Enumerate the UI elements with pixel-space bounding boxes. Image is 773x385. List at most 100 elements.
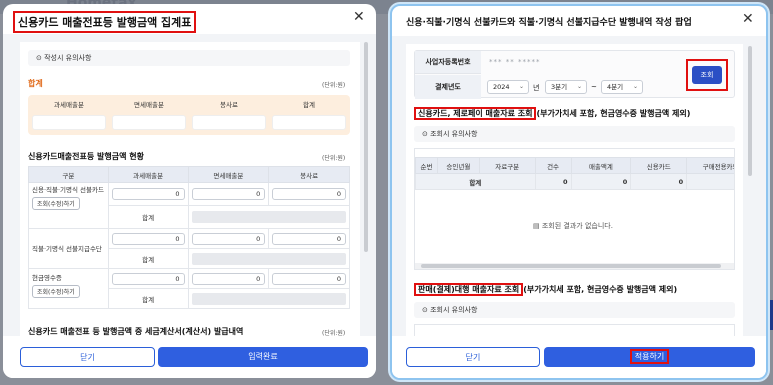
- chevron-down-icon: ⌄: [576, 83, 582, 90]
- row-label-cell: 신용·직불·기명식 선불카드 조회(수정)하기: [28, 182, 109, 229]
- chevron-down-icon: ⌄: [518, 83, 524, 90]
- total-label: 합계: [415, 173, 536, 190]
- service-input[interactable]: 0: [272, 188, 346, 200]
- notice-toggle[interactable]: ⊙ 작성시 유의사항: [28, 50, 350, 66]
- taxable-input[interactable]: 0: [111, 232, 185, 245]
- modal-header: 신용카드 매출전표등 발행금액 집계표 ✕: [3, 4, 376, 34]
- exempt-input[interactable]: 0: [191, 188, 266, 200]
- status-header-row: 구분 과세매출분 면세매출분 봉사료: [28, 166, 350, 183]
- col-category: 구분: [28, 166, 109, 183]
- bizno-label: 사업자등록번호: [415, 51, 481, 74]
- modal-footer: 닫기 적용하기: [392, 336, 766, 378]
- modal-footer: 닫기 입력완료: [3, 336, 376, 378]
- submit-button[interactable]: 입력완료: [158, 347, 368, 367]
- bizno-value: *** ** *****: [489, 58, 541, 66]
- notice-label: 조회시 유의사항: [430, 130, 478, 138]
- col-service: 봉사료: [268, 166, 350, 183]
- to-quarter-select[interactable]: 4분기 ⌄: [601, 80, 643, 94]
- col-count: 건수: [534, 157, 572, 174]
- close-icon[interactable]: ✕: [742, 11, 754, 27]
- total-sum-value: [272, 115, 346, 130]
- horizontal-scroll-thumb[interactable]: [421, 264, 721, 268]
- total-sales: 0: [570, 173, 632, 190]
- notice-label: 작성시 유의사항: [44, 54, 92, 62]
- search-button[interactable]: 조회: [692, 66, 722, 84]
- taxable-input[interactable]: 0: [111, 188, 185, 200]
- sum-label: 합계: [107, 288, 189, 309]
- col-exempt: 면세매출분: [187, 166, 270, 183]
- table-row: 현금영수증 조회(수정)하기 0 0 0: [28, 268, 350, 309]
- summary-modal: 신용카드 매출전표등 발행금액 집계표 ✕ ⊙ 작성시 유의사항 합계 (단위:…: [3, 4, 376, 378]
- row-label: 신용·직불·기명식 선불카드: [32, 186, 104, 194]
- apply-button[interactable]: 적용하기: [629, 349, 670, 364]
- total-row: 합계 0 0 0 0: [415, 173, 734, 190]
- table-row: 신용·직불·기명식 선불카드 조회(수정)하기 0 0 0: [28, 182, 350, 229]
- close-button[interactable]: 닫기: [406, 347, 540, 367]
- total-card: 0: [630, 173, 688, 190]
- service-input[interactable]: 0: [272, 272, 346, 285]
- card-sales-title-boxed: 신용카드, 제로페이 매출자료 조회: [414, 107, 537, 120]
- status-table: 구분 과세매출분 면세매출분 봉사료 신용·직불·기명식 선불카드 조회(수정)…: [28, 166, 350, 309]
- total-unit: (단위:원): [322, 82, 346, 89]
- empty-result: ▤ 조회된 결과가 없습니다.: [533, 221, 613, 231]
- exempt-input[interactable]: 0: [191, 232, 266, 245]
- card-sales-title-rest: (부가가치세 포함, 현금영수증 발행금액 제외): [536, 109, 691, 118]
- agency-sales-title: 판매(결제)대행 매출자료 조회 (부가가치세 포함, 현금영수증 발행금액 제외…: [414, 283, 677, 296]
- sum-bar: [191, 252, 346, 265]
- sum-label: 합계: [107, 248, 189, 269]
- total-exempt-value: [112, 115, 186, 130]
- card-sales-title: 신용카드, 제로페이 매출자료 조회 (부가가치세 포함, 현금영수증 발행금액 …: [414, 107, 691, 120]
- modal-title: 신용·직불·기명식 선불카드와 직불·기명식 선불지급수단 발행내역 작성 팝업: [406, 18, 692, 28]
- service-input[interactable]: 0: [272, 232, 346, 245]
- result-grid: 순번 승인년월 자료구분 건수 매출액계 신용카드 구매전용카드 합계 0 0 …: [415, 157, 734, 190]
- notice-label: 조회시 유의사항: [430, 306, 478, 314]
- modal-body: ⊙ 작성시 유의사항 합계 (단위:원) 과세매출분 면세매출분 봉사료 합계 …: [3, 34, 376, 336]
- apply-button-bg[interactable]: 적용하기: [544, 347, 755, 367]
- result-header-row: 순번 승인년월 자료구분 건수 매출액계 신용카드 구매전용카드: [415, 157, 734, 174]
- content-panel: ⊙ 작성시 유의사항 합계 (단위:원) 과세매출분 면세매출분 봉사료 합계 …: [20, 42, 360, 336]
- close-icon[interactable]: ✕: [353, 9, 365, 25]
- total-summary: 과세매출분 면세매출분 봉사료 합계: [28, 95, 350, 135]
- empty-text: 조회된 결과가 없습니다.: [541, 222, 613, 230]
- modal-title: 신용카드 매출전표등 발행금액 집계표: [13, 11, 197, 33]
- taxable-input[interactable]: 0: [111, 272, 185, 285]
- exempt-input[interactable]: 0: [191, 272, 266, 285]
- col-credit-card: 신용카드: [630, 157, 688, 174]
- period-label: 결제년도: [415, 75, 481, 99]
- year-suffix: 년: [533, 84, 540, 92]
- sum-label: 합계: [107, 205, 189, 229]
- query-edit-button[interactable]: 조회(수정)하기: [32, 285, 80, 298]
- invoice-unit: (단위:원): [322, 330, 346, 336]
- scrollbar[interactable]: [364, 42, 368, 252]
- close-button[interactable]: 닫기: [20, 347, 155, 367]
- horizontal-scrollbar[interactable]: [415, 263, 734, 269]
- status-title: 신용카드매출전표등 발행금액 현황: [28, 152, 144, 161]
- circle-chevron-icon: ⊙: [36, 54, 42, 62]
- col-seq: 순번: [415, 157, 438, 174]
- modal-body: 사업자등록번호 *** ** ***** 결제년도 2024 ⌄ 년 3분기 ⌄ ~…: [392, 36, 766, 336]
- agency-result-grid: [414, 324, 735, 336]
- search-form: 사업자등록번호 *** ** ***** 결제년도 2024 ⌄ 년 3분기 ⌄ ~…: [414, 50, 735, 99]
- scrollbar[interactable]: [748, 46, 752, 176]
- col-sales-total: 매출액계: [570, 157, 632, 174]
- chevron-down-icon: ⌄: [632, 83, 638, 90]
- invoice-title: 신용카드 매출전표 등 발행금액 중 세금계산서(계산서) 발급내역: [28, 327, 244, 336]
- status-unit: (단위:원): [322, 155, 346, 162]
- total-taxable-value: [32, 115, 106, 130]
- modal-header: 신용·직불·기명식 선불카드와 직불·기명식 선불지급수단 발행내역 작성 팝업…: [392, 6, 766, 36]
- notice-toggle[interactable]: ⊙ 조회시 유의사항: [414, 302, 735, 318]
- from-quarter-select[interactable]: 3분기 ⌄: [545, 80, 587, 94]
- content-panel: 사업자등록번호 *** ** ***** 결제년도 2024 ⌄ 년 3분기 ⌄ ~…: [406, 44, 743, 336]
- year-select[interactable]: 2024 ⌄: [487, 80, 529, 94]
- total-count: 0: [534, 173, 572, 190]
- col-purchase-card: 구매전용카드: [686, 157, 734, 174]
- issuance-modal: 신용·직불·기명식 선불카드와 직불·기명식 선불지급수단 발행내역 작성 팝업…: [390, 4, 768, 380]
- row-label-cell: 직불·기명식 선불지급수단: [28, 228, 109, 269]
- total-title: 합계: [28, 79, 43, 88]
- query-edit-button[interactable]: 조회(수정)하기: [32, 197, 80, 210]
- col-data-type: 자료구분: [478, 157, 536, 174]
- total-col-sum: 합계: [303, 101, 315, 109]
- total-col-service: 봉사료: [220, 101, 238, 109]
- sum-bar: [191, 211, 346, 223]
- notice-toggle[interactable]: ⊙ 조회시 유의사항: [414, 126, 735, 142]
